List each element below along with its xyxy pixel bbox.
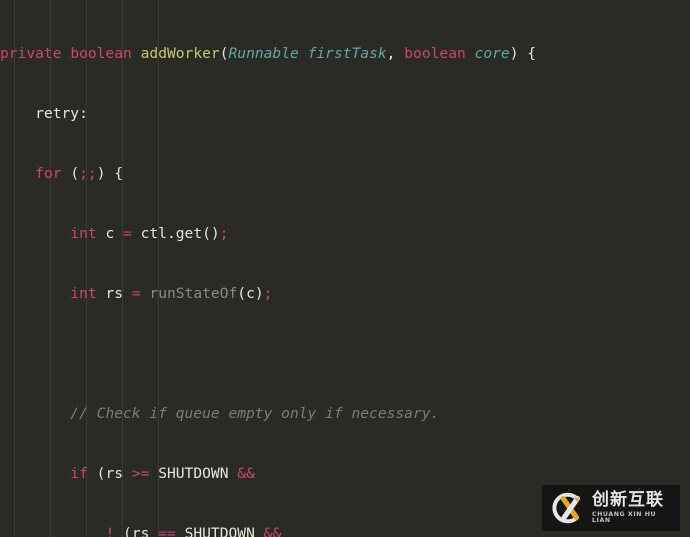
code-line: int c = ctl.get(); [70,225,229,242]
watermark-dot [638,488,640,490]
code-screenshot: private boolean addWorker(Runnable first… [0,0,690,537]
code-line: private boolean addWorker(Runnable first… [0,45,537,62]
code-line: // Check if queue empty only if necessar… [70,405,440,422]
code-line: for (;;) { [35,165,124,182]
code-line: retry: [35,105,88,122]
code-line: int rs = runStateOf(c); [70,285,273,302]
code-line: if (rs >= SHUTDOWN && [70,465,255,482]
c-x-circle-logo-icon [548,489,586,527]
watermark-text: 创新互联 CHUANG XIN HU LIAN [592,489,674,524]
watermark: 创新互联 CHUANG XIN HU LIAN [542,485,680,531]
watermark-pinyin: CHUANG XIN HU LIAN [592,510,657,524]
watermark-chinese-name: 创新互联 [592,489,664,510]
code-block[interactable]: private boolean addWorker(Runnable first… [0,0,690,537]
